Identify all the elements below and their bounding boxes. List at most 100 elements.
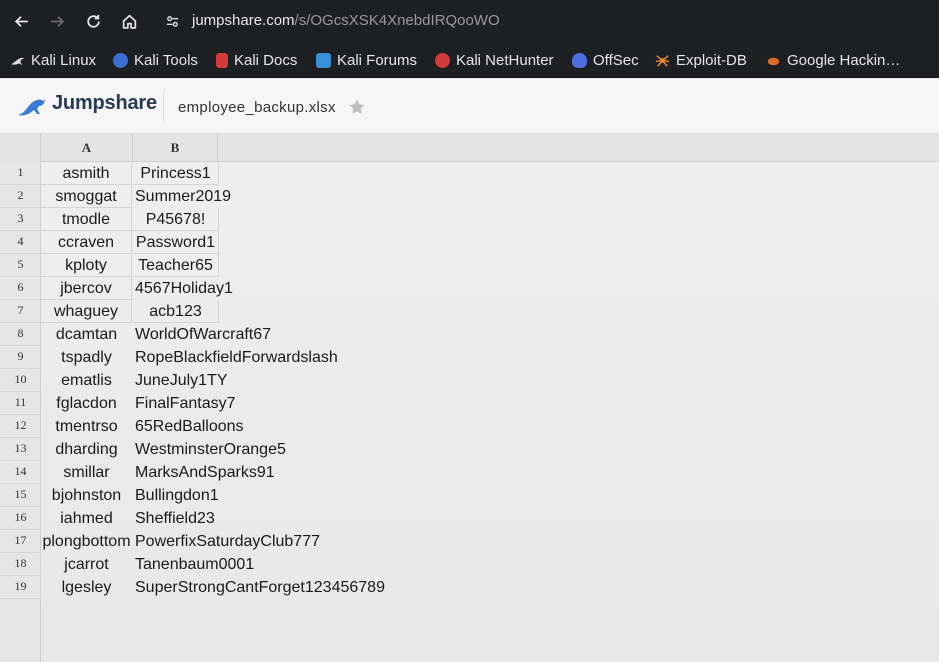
- arrow-right-icon: [50, 15, 64, 27]
- row-number[interactable]: 12: [0, 415, 41, 438]
- cell-username[interactable]: lgesley: [41, 576, 132, 599]
- cell-username[interactable]: jcarrot: [41, 553, 132, 576]
- url-host: jumpshare.com: [192, 12, 295, 29]
- cell-username[interactable]: plongbottom: [41, 530, 132, 553]
- column-header-a[interactable]: A: [41, 134, 133, 162]
- star-icon[interactable]: [347, 97, 367, 117]
- url-path: /s/OGcsXSK4XnebdIRQooWO: [294, 12, 500, 29]
- row-number[interactable]: 8: [0, 323, 41, 346]
- cell-password[interactable]: FinalFantasy7: [133, 392, 236, 415]
- kali-tools-icon: [113, 52, 128, 68]
- row-number[interactable]: 7: [0, 300, 41, 323]
- reload-button[interactable]: [81, 9, 105, 33]
- cell-password[interactable]: Tanenbaum0001: [133, 553, 254, 576]
- row-number[interactable]: 10: [0, 369, 41, 392]
- file-name: employee_backup.xlsx: [178, 99, 336, 116]
- cell-password[interactable]: Teacher65: [133, 254, 219, 277]
- cell-username[interactable]: iahmed: [41, 507, 132, 530]
- kali-dragon-icon: [10, 53, 25, 68]
- row-number[interactable]: 9: [0, 346, 41, 369]
- cell-password[interactable]: 65RedBalloons: [133, 415, 244, 438]
- cell-username[interactable]: dharding: [41, 438, 132, 461]
- row-number[interactable]: 13: [0, 438, 41, 461]
- cell-username[interactable]: tspadly: [41, 346, 132, 369]
- bookmark-label: Kali NetHunter: [456, 51, 554, 69]
- back-button[interactable]: [9, 9, 33, 33]
- exploit-db-icon: [655, 53, 670, 68]
- cell-password[interactable]: Summer2019: [133, 185, 231, 208]
- cell-username[interactable]: dcamtan: [41, 323, 132, 346]
- forward-button[interactable]: [45, 9, 69, 33]
- cell-password[interactable]: Bullingdon1: [133, 484, 219, 507]
- cell-password[interactable]: WorldOfWarcraft67: [133, 323, 271, 346]
- bookmark-label: Google Hackin…: [787, 51, 901, 69]
- reload-icon: [86, 14, 100, 28]
- cell-username[interactable]: smoggat: [41, 185, 132, 208]
- row-number[interactable]: 14: [0, 461, 41, 484]
- bookmark-kali-docs[interactable]: Kali Docs: [216, 49, 297, 71]
- jumpshare-logo-text[interactable]: Jumpshare: [52, 92, 157, 115]
- cell-password[interactable]: JuneJuly1TY: [133, 369, 228, 392]
- cell-username[interactable]: asmith: [41, 162, 132, 185]
- cell-password[interactable]: 4567Holiday1: [133, 277, 233, 300]
- address-bar[interactable]: jumpshare.com/s/OGcsXSK4XnebdIRQooWO: [192, 12, 500, 29]
- row-number[interactable]: 19: [0, 576, 41, 599]
- row-number[interactable]: 6: [0, 277, 41, 300]
- cell-username[interactable]: tmentrso: [41, 415, 132, 438]
- row-number[interactable]: 4: [0, 231, 41, 254]
- bookmark-kali-linux[interactable]: Kali Linux: [10, 49, 96, 71]
- cell-password[interactable]: PowerfixSaturdayClub777: [133, 530, 320, 553]
- arrow-left-icon: [14, 15, 28, 27]
- cell-password[interactable]: Password1: [133, 231, 219, 254]
- home-button[interactable]: [117, 9, 141, 33]
- cell-password[interactable]: WestminsterOrange5: [133, 438, 286, 461]
- column-header-b[interactable]: B: [133, 134, 218, 162]
- cell-username[interactable]: bjohnston: [41, 484, 132, 507]
- row-number[interactable]: 18: [0, 553, 41, 576]
- bookmark-google-hacking[interactable]: Google Hackin…: [766, 49, 900, 71]
- cell-password[interactable]: Sheffield23: [133, 507, 215, 530]
- bookmark-kali-tools[interactable]: Kali Tools: [113, 49, 198, 71]
- row-number[interactable]: 1: [0, 162, 41, 185]
- cell-password[interactable]: RopeBlackfieldForwardslash: [133, 346, 338, 369]
- row-number[interactable]: 11: [0, 392, 41, 415]
- row-number[interactable]: 3: [0, 208, 41, 231]
- cell-username[interactable]: tmodle: [41, 208, 132, 231]
- app-header: Jumpshare employee_backup.xlsx: [0, 79, 939, 134]
- cell-password[interactable]: acb123: [133, 300, 219, 323]
- cell-password[interactable]: MarksAndSparks91: [133, 461, 275, 484]
- cell-username[interactable]: jbercov: [41, 277, 132, 300]
- bookmark-label: Kali Tools: [134, 51, 198, 69]
- cell-username[interactable]: ematlis: [41, 369, 132, 392]
- spreadsheet-viewer[interactable]: A B 1 asmith Princess1 2 smoggat Summer2019 3 t…: [0, 134, 939, 662]
- bookmark-kali-forums[interactable]: Kali Forums: [316, 49, 417, 71]
- bookmark-kali-nethunter[interactable]: Kali NetHunter: [435, 49, 554, 71]
- browser-nav-bar: jumpshare.com/s/OGcsXSK4XnebdIRQooWO: [0, 0, 939, 42]
- cell-password[interactable]: SuperStrongCantForget123456789: [133, 576, 385, 599]
- bookmark-label: Kali Linux: [31, 51, 97, 69]
- header-divider: [163, 91, 164, 121]
- sheet-corner: [0, 134, 41, 162]
- kali-docs-icon: [216, 52, 228, 68]
- site-info-button[interactable]: [162, 11, 182, 31]
- home-icon: [122, 14, 136, 29]
- row-number[interactable]: 5: [0, 254, 41, 277]
- jumpshare-kangaroo-icon[interactable]: [16, 93, 46, 119]
- column-header-row: A B: [0, 134, 939, 162]
- row-number[interactable]: 15: [0, 484, 41, 507]
- tune-icon: [166, 15, 178, 27]
- cell-username[interactable]: whaguey: [41, 300, 132, 323]
- bookmark-label: Kali Forums: [337, 51, 418, 69]
- row-number[interactable]: 17: [0, 530, 41, 553]
- row-number[interactable]: 16: [0, 507, 41, 530]
- offsec-icon: [572, 52, 587, 68]
- bookmark-exploit-db[interactable]: Exploit-DB: [655, 49, 747, 71]
- cell-username[interactable]: fglacdon: [41, 392, 132, 415]
- cell-username[interactable]: smillar: [41, 461, 132, 484]
- cell-username[interactable]: kploty: [41, 254, 132, 277]
- cell-username[interactable]: ccraven: [41, 231, 132, 254]
- row-number[interactable]: 2: [0, 185, 41, 208]
- cell-password[interactable]: P45678!: [133, 208, 219, 231]
- cell-password[interactable]: Princess1: [133, 162, 219, 185]
- bookmark-offsec[interactable]: OffSec: [572, 49, 639, 71]
